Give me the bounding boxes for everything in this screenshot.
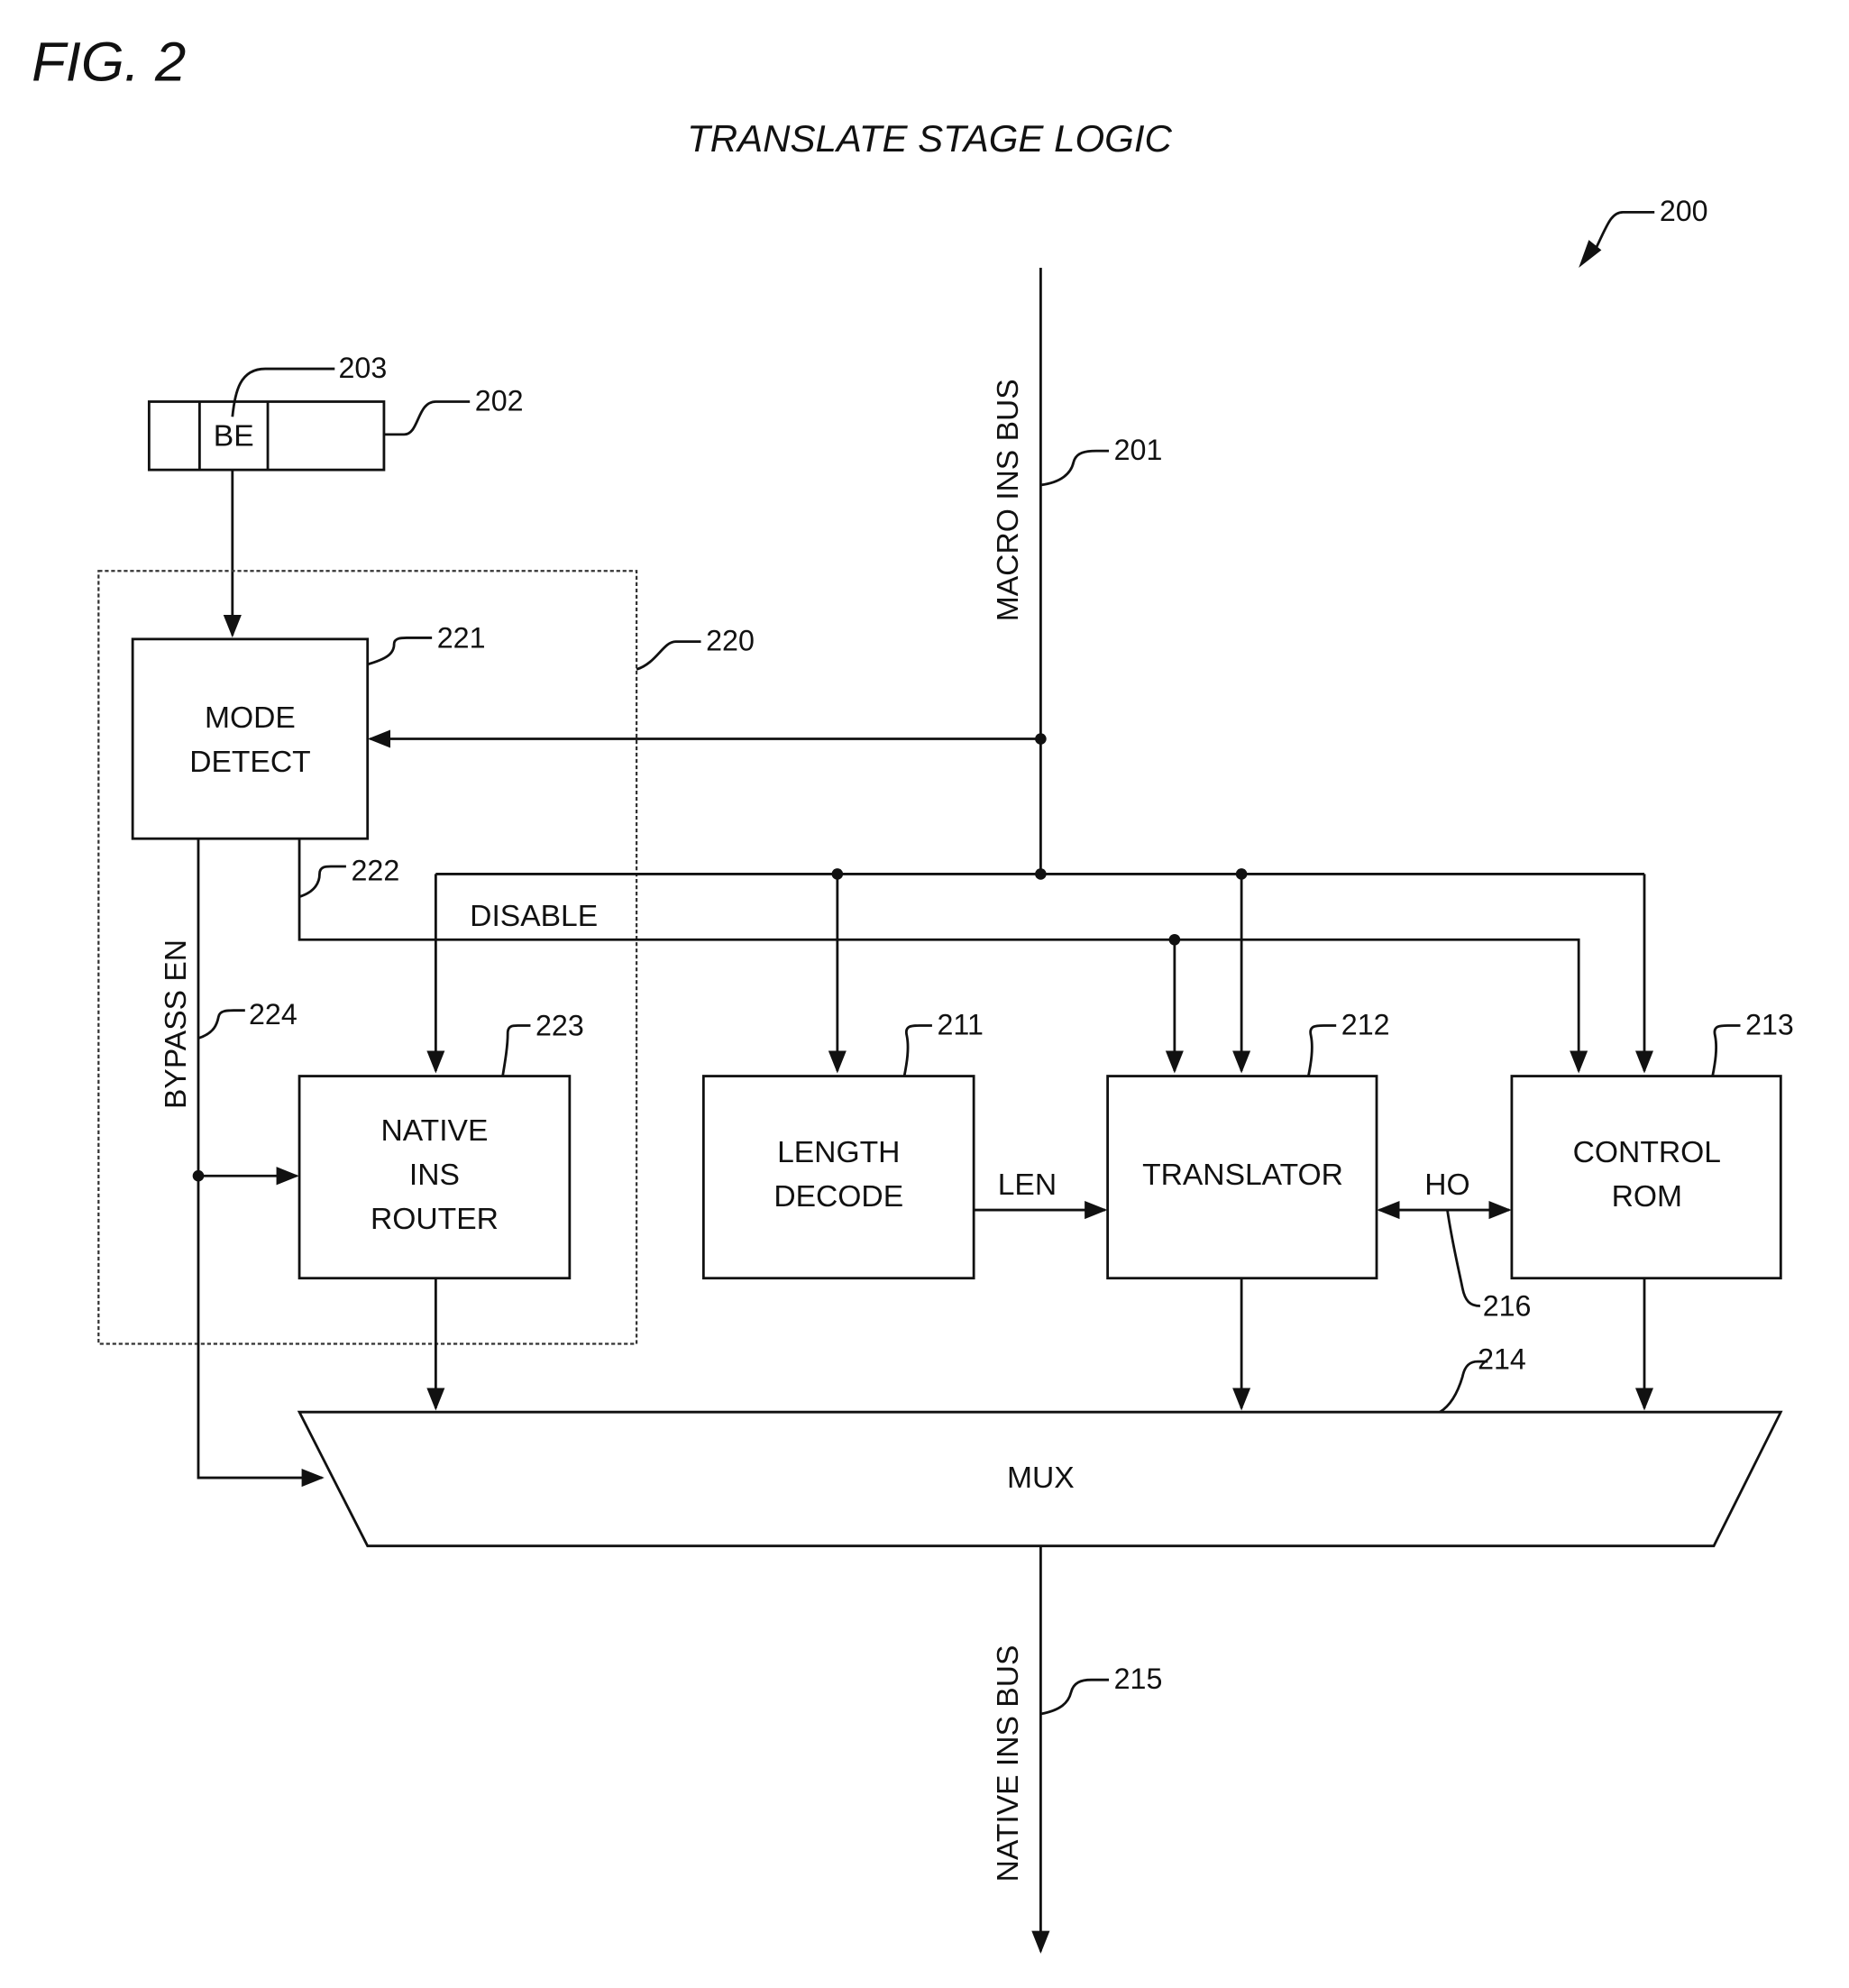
figure-ref-200: 200 — [1579, 195, 1708, 268]
svg-text:MUX: MUX — [1007, 1461, 1075, 1495]
macro-bus-label: MACRO INS BUS — [992, 379, 1025, 621]
translate-stage-diagram: FIG. 2 TRANSLATE STAGE LOGIC 200 BE 203 … — [32, 32, 1794, 1954]
ref-215: 215 — [1114, 1663, 1163, 1695]
ho-label: HO — [1424, 1168, 1469, 1202]
translator-block: TRANSLATOR — [1106, 1075, 1378, 1280]
svg-text:ROUTER: ROUTER — [371, 1203, 499, 1236]
native-bus-label: NATIVE INS BUS — [992, 1645, 1025, 1883]
ref-223: 223 — [535, 1010, 584, 1042]
ref-203: 203 — [338, 352, 387, 384]
ref-211: 211 — [938, 1008, 984, 1040]
svg-text:CONTROL: CONTROL — [1573, 1136, 1721, 1169]
svg-text:TRANSLATOR: TRANSLATOR — [1142, 1159, 1343, 1192]
bypass-en-label: BYPASS EN — [160, 939, 193, 1109]
be-field-label: BE — [214, 420, 254, 453]
svg-text:LENGTH: LENGTH — [777, 1136, 900, 1169]
native-ins-router-block: NATIVE INS ROUTER — [297, 1075, 572, 1280]
svg-text:ROM: ROM — [1612, 1180, 1682, 1214]
len-label: LEN — [998, 1168, 1057, 1202]
ref-216: 216 — [1483, 1290, 1532, 1323]
svg-text:200: 200 — [1660, 195, 1708, 227]
disable-label: DISABLE — [470, 900, 598, 933]
ref-222: 222 — [351, 854, 399, 886]
ref-202: 202 — [475, 384, 524, 417]
svg-text:MODE: MODE — [205, 701, 296, 735]
figure-title: TRANSLATE STAGE LOGIC — [687, 117, 1172, 160]
ref-224: 224 — [249, 998, 297, 1031]
svg-text:DETECT: DETECT — [189, 746, 310, 779]
mux-block: MUX — [297, 1410, 1783, 1548]
instruction-register: BE 203 202 — [147, 352, 524, 472]
ref-214: 214 — [1478, 1343, 1526, 1376]
svg-text:DECODE: DECODE — [773, 1180, 903, 1214]
svg-text:INS: INS — [409, 1159, 460, 1192]
ref-220: 220 — [706, 624, 755, 656]
figure-label: FIG. 2 — [32, 32, 186, 94]
ref-221: 221 — [437, 622, 486, 655]
ref-213: 213 — [1745, 1008, 1794, 1040]
svg-text:NATIVE: NATIVE — [381, 1114, 489, 1148]
ref-212: 212 — [1341, 1008, 1390, 1040]
control-rom-block: CONTROL ROM — [1510, 1075, 1782, 1280]
mode-detect-block: MODE DETECT — [131, 637, 370, 840]
ref-201: 201 — [1114, 434, 1163, 466]
length-decode-block: LENGTH DECODE — [701, 1075, 975, 1280]
